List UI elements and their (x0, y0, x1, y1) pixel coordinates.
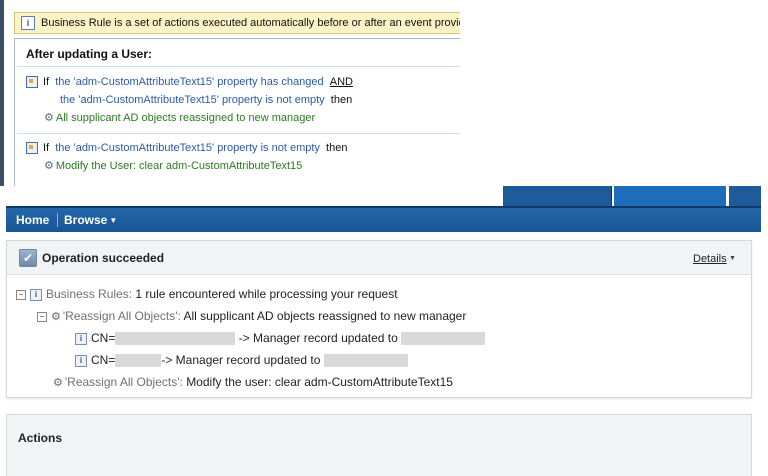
rule-1-action-row: ⚙ All supplicant AD objects reassigned to… (44, 111, 315, 125)
info-banner: i Business Rule is a set of actions execu… (14, 12, 460, 34)
condition-icon[interactable] (26, 76, 38, 89)
entry-text: -> Manager record updated to (161, 353, 321, 367)
check-icon: ✔ (19, 249, 37, 267)
rule-1-condition-row: If the 'adm-CustomAttributeText15' prope… (26, 75, 353, 89)
info-icon: i (75, 354, 87, 367)
rule-name: 'Reassign All Objects': (64, 375, 183, 389)
gear-icon: ⚙ (44, 160, 54, 173)
operation-result-panel: ✔ Operation succeeded Details ▼ − i Busine… (6, 240, 752, 398)
redacted-block (115, 332, 236, 346)
info-icon: i (30, 288, 42, 301)
details-link[interactable]: Details (693, 253, 727, 265)
redacted-block (401, 332, 486, 346)
result-header: ✔ Operation succeeded Details ▼ (7, 241, 751, 275)
rule-2-condition-row: If the 'adm-CustomAttributeText15' prope… (26, 141, 347, 155)
entry-2-line: i CN= -> Manager record updated to (75, 353, 408, 368)
entry-1-line: i CN= -> Manager record updated to (75, 331, 486, 346)
section-title: After updating a User: (26, 47, 153, 61)
if-label: If (43, 76, 50, 88)
rule-2-action-row: ⚙ Modify the User: clear adm-CustomAttrib… (44, 159, 302, 173)
gear-icon: ⚙ (53, 376, 63, 389)
nav-browse-menu[interactable]: Browse ▼ (64, 213, 117, 227)
header-tab[interactable] (729, 186, 761, 206)
actions-title: Actions (18, 431, 63, 445)
business-rules-text: 1 rule encountered while processing your… (135, 287, 398, 301)
gear-icon: ⚙ (44, 112, 54, 125)
redacted-block (115, 354, 162, 368)
business-rules-label: Business Rules: (46, 287, 133, 301)
gear-icon: ⚙ (51, 310, 61, 323)
chevron-down-icon: ▼ (729, 255, 736, 262)
info-icon: i (21, 16, 35, 31)
condition-link[interactable]: the 'adm-CustomAttributeText15' property… (60, 94, 325, 106)
condition-icon[interactable] (26, 142, 38, 155)
action-link[interactable]: Modify the User: clear adm-CustomAttribu… (56, 160, 302, 172)
nav-divider (57, 213, 58, 227)
redacted-block (323, 354, 408, 368)
rule-box: After updating a User: If the 'adm-Custo… (14, 38, 460, 186)
status-title: Operation succeeded (42, 251, 165, 265)
divider (17, 66, 460, 67)
rule-1-condition-row-2: the 'adm-CustomAttributeText15' property… (60, 93, 352, 107)
entry-text: -> Manager record updated to (238, 331, 398, 345)
info-icon: i (75, 332, 87, 345)
info-banner-text: Business Rule is a set of actions execut… (41, 17, 460, 29)
rule-editor-panel: i Business Rule is a set of actions execu… (0, 0, 460, 186)
condition-link[interactable]: the 'adm-CustomAttributeText15' property… (55, 76, 323, 88)
collapse-minus-icon[interactable]: − (16, 289, 26, 300)
business-rules-line: − i Business Rules: 1 rule encountered whi… (16, 287, 398, 301)
actions-panel: Actions (6, 414, 752, 476)
nav-browse-label: Browse (64, 213, 108, 227)
collapse-minus-icon[interactable]: − (37, 311, 47, 322)
if-label: If (43, 142, 50, 154)
result-page: Home Browse ▼ ✔ Operation succeeded Detai… (0, 186, 768, 476)
rule-2-line: ⚙ 'Reassign All Objects': Modify the user… (53, 375, 453, 390)
conjunction-link[interactable]: AND (330, 76, 353, 88)
rule-1-line: − ⚙ 'Reassign All Objects': All supplicant… (37, 309, 466, 324)
chevron-down-icon: ▼ (109, 216, 118, 226)
entry-prefix: CN= (91, 331, 116, 345)
divider (17, 133, 460, 134)
header-tab[interactable] (614, 186, 726, 206)
condition-link[interactable]: the 'adm-CustomAttributeText15' property… (55, 142, 320, 154)
nav-bar: Home Browse ▼ (6, 206, 761, 232)
entry-prefix: CN= (91, 353, 116, 367)
nav-home-link[interactable]: Home (16, 213, 49, 227)
header-tab[interactable] (503, 186, 612, 206)
rule-text: Modify the user: clear adm-CustomAttribu… (186, 375, 453, 389)
then-label: then (330, 94, 353, 106)
rule-name: 'Reassign All Objects': (62, 309, 181, 323)
action-link[interactable]: All supplicant AD objects reassigned to … (56, 112, 315, 124)
then-label: then (326, 142, 348, 154)
editor-left-border (0, 0, 4, 186)
rule-text: All supplicant AD objects reassigned to … (183, 309, 467, 323)
header-strip (0, 186, 768, 206)
